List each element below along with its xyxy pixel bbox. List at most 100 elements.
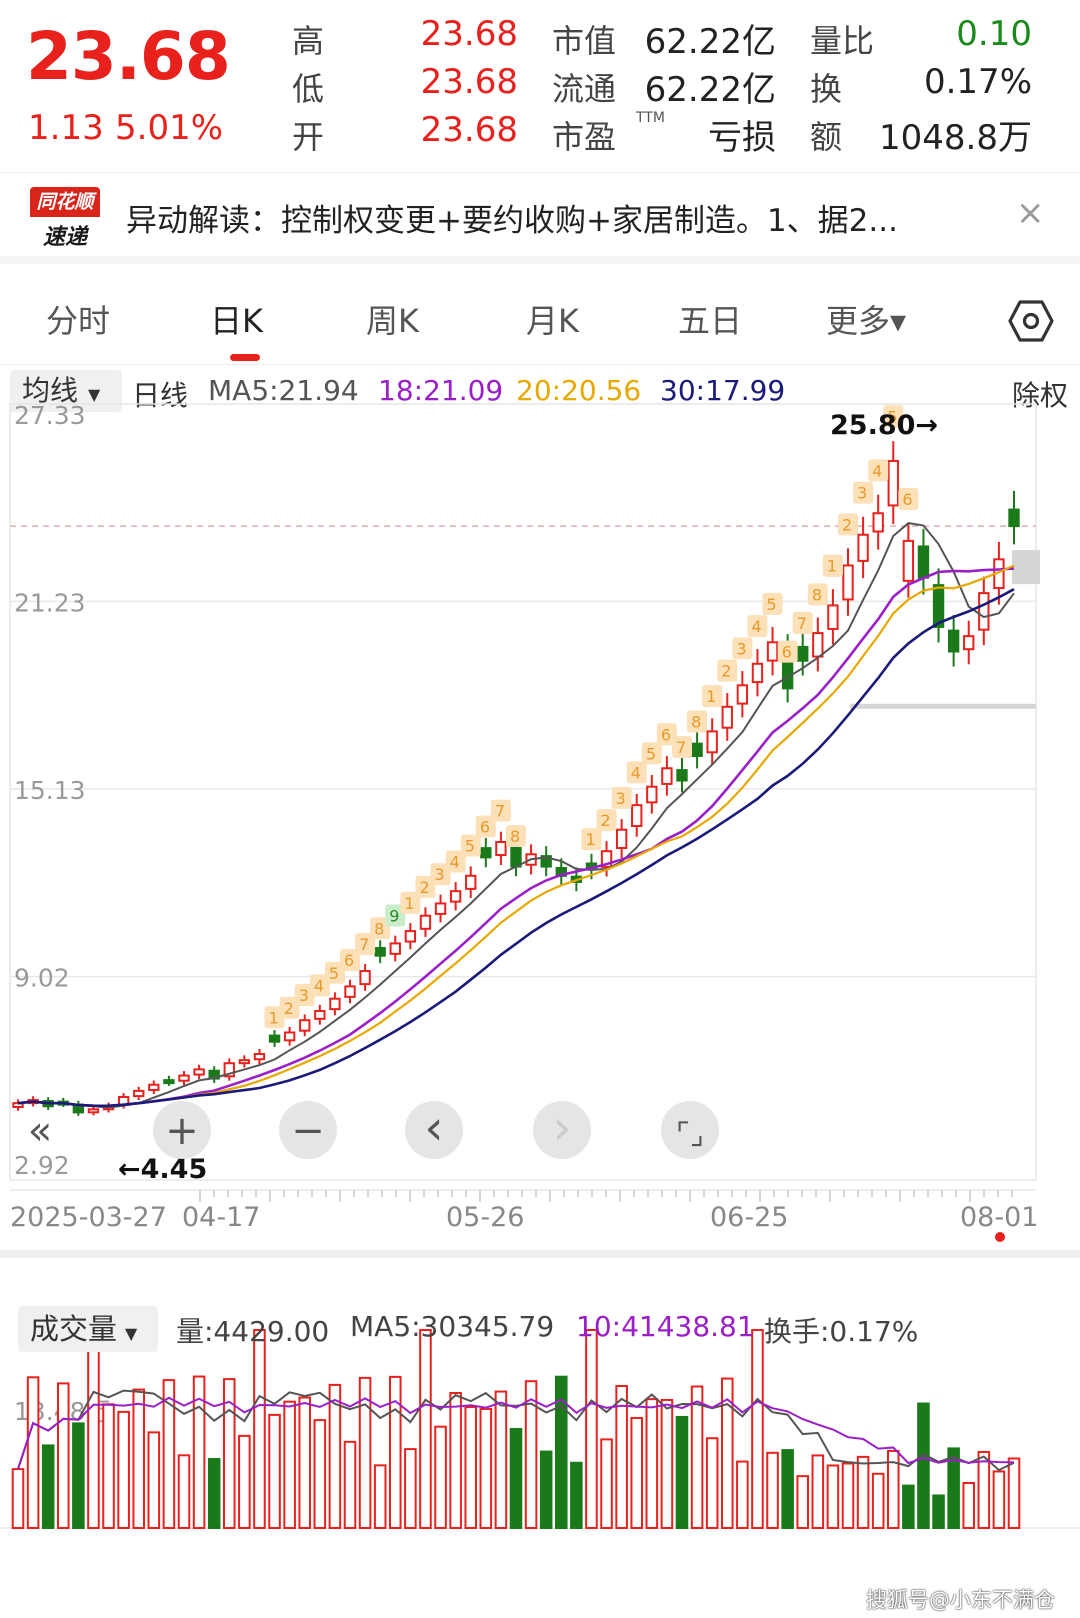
y-tick-label: 2.92	[14, 1151, 70, 1180]
candle-body	[148, 1083, 160, 1091]
candle-body	[434, 902, 447, 915]
volume-bar	[645, 1398, 659, 1529]
y-tick-label: 15.13	[14, 776, 86, 805]
volume-bar	[147, 1431, 161, 1530]
candle-body	[283, 1031, 296, 1042]
fullscreen-button-glyph: ⌜⌟	[676, 1117, 704, 1152]
support-band	[850, 703, 1036, 709]
td-count-label: 7	[495, 802, 505, 821]
candle-body	[465, 874, 477, 890]
next-button-glyph: ›	[552, 1100, 571, 1156]
td-count-label: 5	[465, 837, 475, 856]
candle-body	[193, 1068, 205, 1076]
candle-body	[238, 1059, 251, 1065]
td-count-label: 1	[706, 687, 716, 706]
candle-body	[178, 1074, 190, 1082]
prev-button-glyph: ‹	[424, 1100, 443, 1156]
candle-body	[449, 890, 462, 903]
candle-body	[133, 1089, 145, 1098]
td-count-label: 6	[782, 643, 792, 662]
vol-select-label: 成交量	[30, 1312, 118, 1346]
volume-ma5: MA5:30345.79	[350, 1310, 555, 1343]
td-count-label: 7	[676, 738, 686, 757]
volume-bar	[826, 1464, 840, 1530]
volume-indicator-select[interactable]: 成交量 ▼	[18, 1306, 158, 1352]
x-tick-label: 05-26	[446, 1202, 524, 1233]
volume-bar	[87, 1329, 100, 1529]
candle-body	[751, 662, 764, 684]
candle-body	[766, 641, 779, 662]
candle-body	[797, 645, 809, 662]
td-count-label: 2	[419, 878, 429, 897]
candle-body	[917, 545, 930, 579]
candle-body	[359, 970, 371, 986]
td-count-label: 6	[344, 951, 354, 970]
td-count-label: 3	[299, 986, 309, 1005]
td-count-label: 6	[661, 725, 671, 744]
td-count-label: 2	[601, 811, 611, 830]
volume-bar	[283, 1400, 296, 1530]
volume-bar	[509, 1427, 523, 1529]
volume-bar	[811, 1454, 825, 1529]
td-count-label: 2	[284, 999, 294, 1018]
td-count-label: 8	[510, 827, 520, 846]
td-count-label: 1	[585, 830, 595, 849]
zoom-out-button-glyph: −	[291, 1108, 325, 1154]
volume-bar	[132, 1388, 146, 1529]
td-count-label: 1	[269, 1008, 279, 1027]
candlestick-chart[interactable]: 27.3321.2315.139.022.9212345678912345678…	[0, 0, 1080, 1618]
td-count-label: 4	[314, 976, 324, 995]
volume-bar	[328, 1383, 342, 1530]
candle-body	[344, 985, 356, 998]
candle-body	[947, 629, 960, 653]
low-annotation: ←4.45	[118, 1154, 207, 1185]
candle-body	[495, 841, 507, 857]
volume-bar	[585, 1329, 598, 1529]
candle-body	[163, 1079, 175, 1085]
volume-bar	[373, 1464, 387, 1530]
td-count-label: 3	[857, 484, 867, 503]
candle-body	[827, 604, 839, 630]
candle-body	[646, 785, 658, 804]
candle-body	[374, 947, 386, 957]
volume-bar	[871, 1472, 885, 1530]
candle-body	[389, 942, 401, 955]
collapse-icon-glyph: «	[28, 1108, 52, 1154]
volume-bar	[26, 1376, 40, 1529]
caret-down-icon: ▼	[125, 1324, 138, 1343]
volume-bar	[434, 1425, 447, 1529]
volume-bar	[962, 1481, 976, 1530]
td-count-label: 4	[450, 852, 460, 871]
td-count-label: 4	[751, 617, 761, 636]
td-count-label: 7	[797, 614, 807, 633]
td-count-label: 1	[827, 557, 837, 576]
candle-body	[736, 684, 749, 705]
candle-body	[480, 847, 492, 859]
volume-bar	[177, 1454, 191, 1529]
td-count-label: 6	[902, 490, 912, 509]
volume-bar	[751, 1329, 764, 1529]
volume-bar	[1007, 1457, 1021, 1530]
td-count-label: 8	[374, 919, 384, 938]
y-tick-label: 9.02	[14, 964, 70, 993]
candle-body	[253, 1053, 266, 1061]
candle-body	[419, 914, 432, 930]
candle-body	[887, 460, 899, 507]
volume-bar	[449, 1391, 462, 1529]
candle-body	[978, 592, 990, 631]
volume-bar	[494, 1390, 508, 1530]
volume-bar	[796, 1475, 810, 1529]
volume-bar	[690, 1385, 704, 1529]
volume-bar	[464, 1406, 478, 1529]
volume-bar	[117, 1410, 130, 1530]
volume-bar	[238, 1434, 251, 1529]
volume-bar	[615, 1384, 628, 1529]
volume-bar	[705, 1437, 719, 1530]
td-count-label: 3	[616, 789, 626, 808]
volume-ma10: 10:41438.81	[576, 1310, 755, 1343]
td-count-label: 7	[359, 935, 369, 954]
y-tick-label: 27.33	[14, 401, 86, 430]
td-count-label: 3	[435, 865, 445, 884]
side-marker	[1012, 550, 1040, 585]
td-count-label: 5	[646, 744, 656, 763]
